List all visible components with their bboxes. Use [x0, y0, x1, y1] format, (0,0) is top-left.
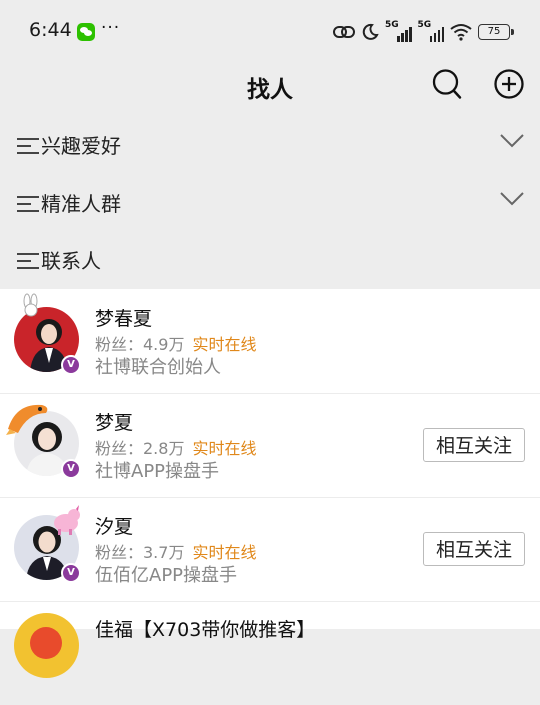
unicorn-sticker-icon — [54, 505, 80, 535]
koi-fish-sticker-icon — [6, 404, 48, 435]
menu-lines-icon — [17, 196, 39, 217]
signal-icon: 5G — [417, 20, 444, 42]
filter-label: 联系人 — [41, 249, 101, 273]
fans-count: 粉丝：2.8万 — [95, 439, 185, 458]
wechat-notification-icon — [77, 23, 95, 41]
user-list-item[interactable]: 佳福【X703带你做推客】 — [0, 601, 540, 705]
filter-target-audience[interactable]: 精准人群 — [0, 174, 540, 232]
network-type-label: 5G — [417, 20, 432, 30]
filter-interests[interactable]: 兴趣爱好 — [0, 116, 540, 174]
user-name: 佳福【X703带你做推客】 — [95, 619, 316, 641]
user-fans: 粉丝：4.9万 实时在线 — [95, 331, 256, 355]
status-time: 6:44 — [29, 19, 72, 41]
user-list: V 梦春夏 粉丝：4.9万 实时在线 社博联合创始人 V 梦夏 粉丝：2.8万 实时… — [0, 289, 540, 678]
verified-badge-icon: V — [61, 563, 81, 583]
user-list-item[interactable]: V 汐夏 粉丝：3.7万 实时在线 伍佰亿APP操盘手 相互关注 — [0, 497, 540, 602]
verified-badge-icon: V — [61, 355, 81, 375]
add-icon[interactable] — [493, 68, 525, 100]
moon-icon — [362, 23, 379, 40]
user-list-item[interactable]: V 梦夏 粉丝：2.8万 实时在线 社博APP操盘手 相互关注 — [0, 393, 540, 498]
chevron-down-icon[interactable] — [500, 134, 524, 148]
battery-icon: 75 — [478, 24, 514, 40]
user-fans: 粉丝：2.8万 实时在线 — [95, 435, 256, 459]
fans-count: 粉丝：4.9万 — [95, 335, 185, 354]
mutual-follow-button[interactable]: 相互关注 — [423, 532, 525, 566]
menu-lines-icon — [17, 253, 39, 274]
menu-lines-icon — [17, 138, 39, 159]
user-fans: 粉丝：3.7万 实时在线 — [95, 539, 256, 563]
user-name: 梦春夏 — [95, 308, 153, 330]
header-bar: 找人 — [0, 62, 540, 108]
more-notifications-icon: ··· — [101, 18, 121, 38]
link-icon — [333, 26, 355, 38]
wifi-icon — [450, 24, 472, 41]
online-status: 实时在线 — [192, 543, 257, 562]
user-name: 汐夏 — [95, 516, 134, 538]
rabbit-sticker-icon — [23, 293, 38, 317]
user-description: 社博联合创始人 — [95, 357, 221, 378]
signal-icon: 5G — [385, 20, 412, 42]
user-name: 梦夏 — [95, 412, 134, 434]
status-icons: 5G 5G 75 — [333, 19, 514, 45]
fans-count: 粉丝：3.7万 — [95, 543, 185, 562]
user-description: 伍佰亿APP操盘手 — [95, 565, 238, 586]
filter-label: 兴趣爱好 — [41, 134, 121, 158]
status-bar: 6:44 ··· 5G 5G 75 — [0, 0, 540, 62]
verified-badge-icon: V — [61, 459, 81, 479]
online-status: 实时在线 — [192, 335, 257, 354]
network-type-label: 5G — [385, 20, 399, 30]
search-icon[interactable] — [432, 68, 462, 100]
online-status: 实时在线 — [192, 439, 257, 458]
user-list-item[interactable]: V 梦春夏 粉丝：4.9万 实时在线 社博联合创始人 — [0, 289, 540, 394]
user-description: 社博APP操盘手 — [95, 461, 220, 482]
chevron-down-icon[interactable] — [500, 192, 524, 206]
avatar[interactable] — [14, 613, 79, 678]
filter-contacts[interactable]: 联系人 — [0, 231, 540, 289]
filter-label: 精准人群 — [41, 192, 121, 216]
mutual-follow-button[interactable]: 相互关注 — [423, 428, 525, 462]
